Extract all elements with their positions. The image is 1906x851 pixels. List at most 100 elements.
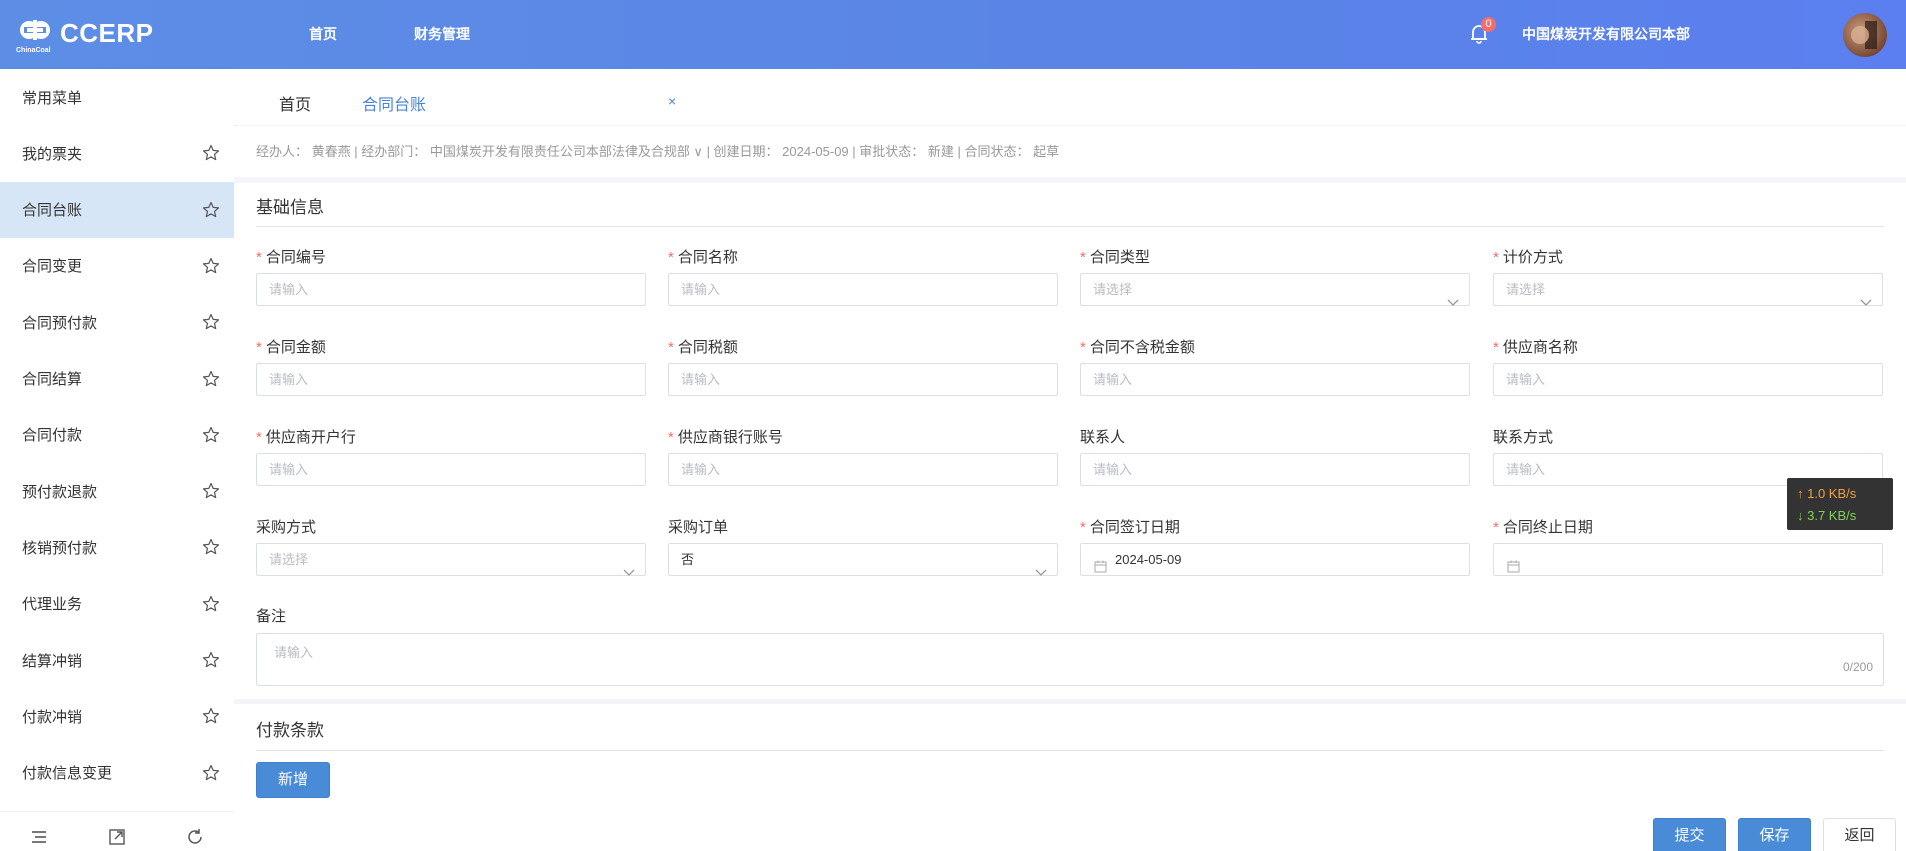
date-picker[interactable]: 2024-05-09 <box>1080 543 1470 576</box>
submit-button[interactable]: 提交 <box>1653 818 1726 851</box>
field-label: * 计价方式 <box>1493 246 1563 267</box>
required-marker: * <box>1493 519 1499 536</box>
field-placeholder: 请输入 <box>269 282 309 297</box>
field-label: 采购订单 <box>668 516 728 537</box>
back-button[interactable]: 返回 <box>1823 818 1896 851</box>
sidebar-item[interactable]: 合同变更 <box>0 238 234 294</box>
text-input[interactable]: 请输入 <box>1080 453 1470 486</box>
section-divider <box>256 226 1884 227</box>
select-field[interactable]: 请选择 <box>256 543 646 576</box>
text-input[interactable]: 请输入 <box>668 273 1058 306</box>
field-value: 否 <box>681 552 695 567</box>
tab-bar: 首页 合同台账 × <box>234 69 1906 125</box>
required-marker: * <box>668 249 674 266</box>
text-input[interactable]: 请输入 <box>1493 363 1883 396</box>
avatar[interactable] <box>1843 13 1887 57</box>
sidebar-item-label: 我的票夹 <box>22 145 83 163</box>
field-placeholder: 请输入 <box>1506 372 1546 387</box>
sidebar-item[interactable]: 代理业务 <box>0 576 234 632</box>
star-icon[interactable] <box>202 201 220 219</box>
field-label-text: 采购方式 <box>256 519 317 536</box>
chevron-down-icon <box>623 557 635 576</box>
sidebar-item[interactable]: 核销预付款 <box>0 519 234 575</box>
star-icon[interactable] <box>202 764 220 782</box>
field-label-text: 供应商开户行 <box>265 429 356 446</box>
star-icon[interactable] <box>202 707 220 725</box>
star-icon[interactable] <box>202 370 220 388</box>
select-field[interactable]: 否 <box>668 543 1058 576</box>
sidebar-item[interactable]: 常用菜单 <box>0 69 234 125</box>
text-input[interactable]: 请输入 <box>256 453 646 486</box>
add-button[interactable]: 新增 <box>256 762 330 798</box>
sidebar-item[interactable]: 付款信息变更 <box>0 745 234 801</box>
field-label: * 合同金额 <box>256 336 326 357</box>
nav-home[interactable]: 首页 <box>309 24 337 44</box>
field-label-text: 供应商名称 <box>1502 339 1578 356</box>
sidebar-item-label: 预付款退款 <box>22 483 98 501</box>
menu-list-icon[interactable] <box>30 828 48 846</box>
sidebar-item[interactable]: 合同台账 <box>0 181 234 238</box>
field-label: 采购方式 <box>256 516 316 537</box>
sidebar-item-label: 核销预付款 <box>22 539 98 557</box>
field-label: * 供应商开户行 <box>256 426 356 447</box>
field-label-text: 联系方式 <box>1493 429 1554 446</box>
sidebar-item[interactable]: 合同付款 <box>0 407 234 463</box>
field-placeholder: 请输入 <box>681 282 721 297</box>
star-icon[interactable] <box>202 426 220 444</box>
text-input[interactable]: 请输入 <box>256 273 646 306</box>
text-input[interactable]: 请输入 <box>1080 363 1470 396</box>
field-label: * 合同类型 <box>1080 246 1150 267</box>
network-speed-widget: ↑ 1.0 KB/s ↓ 3.7 KB/s <box>1787 478 1893 530</box>
star-icon[interactable] <box>202 144 220 162</box>
tab-close-icon[interactable]: × <box>668 93 676 109</box>
remark-placeholder: 请输入 <box>274 645 314 660</box>
required-marker: * <box>668 339 674 356</box>
expand-icon[interactable] <box>108 828 126 846</box>
tab-contract-ledger[interactable]: 合同台账 <box>362 91 426 115</box>
star-icon[interactable] <box>202 313 220 331</box>
tab-home[interactable]: 首页 <box>279 91 311 115</box>
field-placeholder: 请输入 <box>269 462 309 477</box>
sidebar-item-label: 合同预付款 <box>22 314 98 332</box>
sidebar-item[interactable]: 付款冲销 <box>0 688 234 744</box>
field-label: * 合同税额 <box>668 336 738 357</box>
select-field[interactable]: 请选择 <box>1080 273 1470 306</box>
sidebar-item[interactable]: 预付款退款 <box>0 463 234 519</box>
save-button[interactable]: 保存 <box>1738 818 1811 851</box>
main-content <box>234 126 1906 851</box>
remark-textarea[interactable]: 请输入 0/200 <box>256 633 1884 686</box>
company-name[interactable]: 中国煤炭开发有限公司本部 <box>1522 24 1690 44</box>
select-field[interactable]: 请选择 <box>1493 273 1883 306</box>
field-placeholder: 请输入 <box>269 372 309 387</box>
required-marker: * <box>256 429 262 446</box>
sidebar-item-label: 合同台账 <box>22 202 83 220</box>
text-input[interactable]: 请输入 <box>668 363 1058 396</box>
required-marker: * <box>256 249 262 266</box>
field-placeholder: 请输入 <box>1093 372 1133 387</box>
field-label: * 合同不含税金额 <box>1080 336 1195 357</box>
field-label: * 供应商银行账号 <box>668 426 783 447</box>
sidebar-item[interactable]: 合同预付款 <box>0 294 234 350</box>
star-icon[interactable] <box>202 482 220 500</box>
sidebar-item[interactable]: 我的票夹 <box>0 125 234 181</box>
star-icon[interactable] <box>202 595 220 613</box>
sidebar-item[interactable]: 合同结算 <box>0 351 234 407</box>
text-input[interactable]: 请输入 <box>256 363 646 396</box>
refresh-icon[interactable] <box>186 828 204 846</box>
field-label: * 合同编号 <box>256 246 326 267</box>
required-marker: * <box>1080 249 1086 266</box>
upload-speed: ↑ 1.0 KB/s <box>1797 486 1857 501</box>
sidebar-item[interactable]: 结算冲销 <box>0 632 234 688</box>
star-icon[interactable] <box>202 538 220 556</box>
sidebar-item-label: 付款冲销 <box>22 708 83 726</box>
field-label-text: 合同税额 <box>677 339 738 356</box>
required-marker: * <box>668 429 674 446</box>
field-label: 联系人 <box>1080 426 1125 447</box>
star-icon[interactable] <box>202 257 220 275</box>
nav-finance[interactable]: 财务管理 <box>414 24 470 44</box>
date-picker[interactable] <box>1493 543 1883 576</box>
required-marker: * <box>1493 249 1499 266</box>
field-label: * 供应商名称 <box>1493 336 1578 357</box>
star-icon[interactable] <box>202 651 220 669</box>
text-input[interactable]: 请输入 <box>668 453 1058 486</box>
